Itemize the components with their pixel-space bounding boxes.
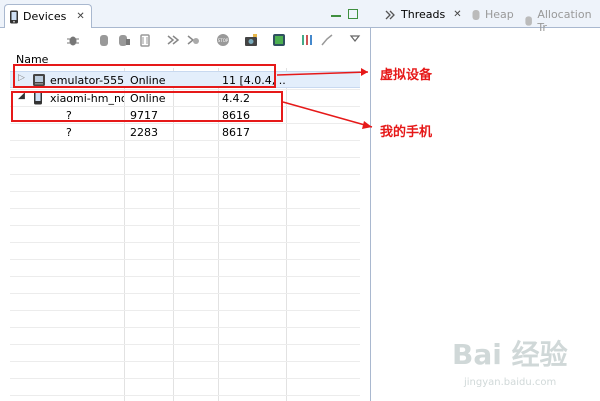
- tab-threads-label: Threads: [401, 8, 446, 21]
- trace-arrow-icon[interactable]: [320, 33, 334, 47]
- tab-heap[interactable]: Heap: [471, 8, 514, 21]
- svg-text:STOP: STOP: [218, 38, 229, 43]
- debug-bug-icon[interactable]: [66, 33, 80, 47]
- heap-update-icon[interactable]: [97, 33, 111, 47]
- tab-allocation-tracker[interactable]: Allocation Tr: [524, 8, 600, 34]
- row-divider: [10, 395, 360, 396]
- annotation-box-emulator: [13, 64, 276, 88]
- devices-view: Devices ✕ STOP Name ▷ emulator-5554 Onli…: [0, 0, 371, 401]
- close-icon[interactable]: ✕: [76, 11, 84, 22]
- heap-icon: [472, 9, 480, 20]
- baidu-watermark: Bai 经验 jingyan.baidu.com: [450, 330, 590, 390]
- devices-toolbar: STOP: [0, 28, 371, 52]
- row-divider: [10, 174, 360, 175]
- row-divider: [10, 191, 360, 192]
- row-divider: [10, 208, 360, 209]
- close-icon[interactable]: ✕: [453, 9, 461, 20]
- threads-icon: [385, 10, 395, 19]
- dump-hprof-icon[interactable]: [117, 33, 131, 47]
- view-menu-icon[interactable]: [348, 31, 362, 45]
- stop-icon[interactable]: STOP: [216, 33, 230, 47]
- process-pid: 2283: [130, 126, 158, 139]
- row-divider: [10, 361, 360, 362]
- minimize-button[interactable]: [331, 9, 341, 17]
- annotation-label-my-phone: 我的手机: [380, 125, 433, 140]
- gc-icon[interactable]: [138, 33, 152, 47]
- allocation-icon: [525, 16, 532, 26]
- row-divider: [10, 242, 360, 243]
- opengl-trace-icon[interactable]: [300, 33, 314, 47]
- row-divider: [10, 327, 360, 328]
- process-name: ?: [66, 126, 72, 139]
- phone-icon: [10, 10, 18, 23]
- baidu-logo-icon: Bai 经验: [452, 338, 568, 371]
- annotation-box-phone: [11, 91, 283, 122]
- row-divider: [10, 225, 360, 226]
- row-divider: [10, 276, 360, 277]
- process-port: 8617: [222, 126, 250, 139]
- systrace-icon[interactable]: [272, 33, 286, 47]
- row-divider: [10, 310, 360, 311]
- row-divider: [10, 157, 360, 158]
- tab-allocation-label: Allocation Tr: [537, 8, 592, 34]
- maximize-button[interactable]: [348, 9, 358, 19]
- method-profiling-icon[interactable]: [186, 33, 200, 47]
- threads-update-icon[interactable]: [166, 33, 180, 47]
- row-divider: [10, 378, 360, 379]
- tab-threads[interactable]: Threads ✕: [385, 8, 462, 21]
- right-tabstrip: Threads ✕ Heap Allocation Tr: [371, 0, 600, 34]
- watermark-url: jingyan.baidu.com: [464, 377, 557, 388]
- tab-devices-label: Devices: [23, 10, 67, 23]
- watermark-text: Bai 经验: [452, 338, 568, 371]
- process-row[interactable]: ? 2283 8617: [10, 124, 360, 141]
- row-divider: [10, 259, 360, 260]
- devices-tabstrip: Devices ✕: [0, 0, 371, 28]
- tab-heap-label: Heap: [485, 8, 514, 21]
- row-divider: [10, 344, 360, 345]
- screen-capture-icon[interactable]: [244, 33, 258, 47]
- tab-devices[interactable]: Devices ✕: [4, 4, 92, 28]
- row-divider: [10, 293, 360, 294]
- annotation-label-virtual-device: 虚拟设备: [380, 68, 433, 83]
